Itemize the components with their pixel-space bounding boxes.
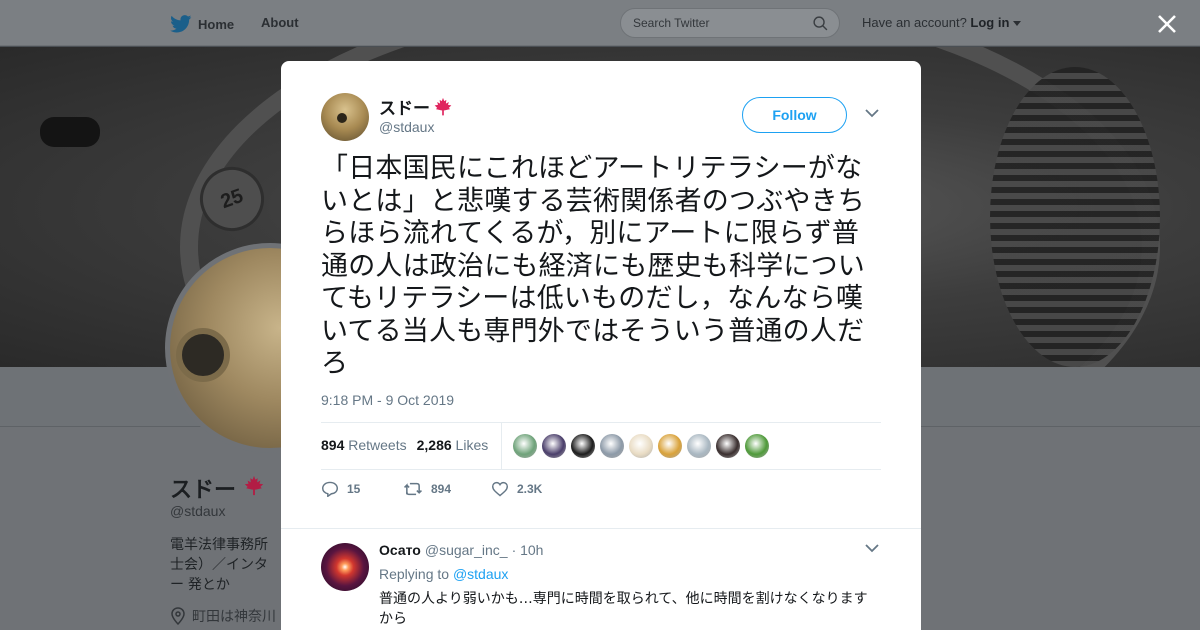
search-placeholder: Search Twitter xyxy=(633,16,710,30)
nav-about[interactable]: About xyxy=(261,15,299,30)
nav-home-label: Home xyxy=(198,16,235,32)
twitter-bird-icon xyxy=(170,15,192,33)
retweet-button[interactable]: 894 xyxy=(403,481,491,497)
thread-divider xyxy=(281,519,921,529)
profile-bio: 電羊法律事務所 士会）／インター 発とか xyxy=(170,536,268,592)
tweet-text: 「日本国民にこれほどアートリテラシーがないとは」と悲嘆する芸術関係者のつぶやきち… xyxy=(321,153,865,379)
reply-header: Осато @sugar_inc_ · 10h xyxy=(379,542,543,558)
profile-name-text: スドー xyxy=(170,477,237,502)
banner-grill xyxy=(990,67,1160,367)
maple-leaf-icon xyxy=(244,475,264,496)
reply-button[interactable]: 15 xyxy=(321,481,403,497)
divider xyxy=(501,423,502,469)
replying-prefix: Replying to xyxy=(379,566,450,582)
author-avatar[interactable] xyxy=(321,93,369,141)
retweets-stat[interactable]: 894 Retweets xyxy=(321,437,407,453)
liker-avatar[interactable] xyxy=(745,434,769,458)
profile-handle: @stdaux xyxy=(170,503,226,519)
reply-author-handle[interactable]: @sugar_inc_ xyxy=(425,542,508,558)
heart-icon xyxy=(491,481,509,497)
tweet-actions: 15 894 2.3K xyxy=(321,481,573,497)
author-name[interactable]: スドー xyxy=(379,94,454,119)
search-input[interactable]: Search Twitter xyxy=(620,8,840,38)
account-area: Have an account? Log in xyxy=(862,15,1022,30)
liker-avatar[interactable] xyxy=(687,434,711,458)
tweet-timestamp[interactable]: 9:18 PM - 9 Oct 2019 xyxy=(321,392,454,408)
chevron-down-icon[interactable] xyxy=(865,108,879,118)
liker-avatar[interactable] xyxy=(716,434,740,458)
reply-icon xyxy=(321,481,339,497)
follow-button[interactable]: Follow xyxy=(742,97,847,133)
liker-avatar[interactable] xyxy=(658,434,682,458)
liker-avatar[interactable] xyxy=(542,434,566,458)
top-navigation-bar: Home About Search Twitter Have an accoun… xyxy=(0,0,1200,46)
liker-avatars xyxy=(513,434,769,458)
liker-avatar[interactable] xyxy=(629,434,653,458)
banner-slot xyxy=(40,117,100,147)
replying-to: Replying to @stdaux xyxy=(379,566,508,582)
reply-time[interactable]: · 10h xyxy=(512,542,544,558)
likes-stat[interactable]: 2,286 Likes xyxy=(417,437,489,453)
profile-location-text: 町田は神奈川 xyxy=(192,608,276,624)
reply-text: 普通の人より弱いかも…専門に時間を取られて、他に時間を割けなくなりますから xyxy=(379,591,868,627)
author-handle[interactable]: @stdaux xyxy=(379,119,434,135)
like-count: 2.3K xyxy=(517,482,543,496)
likes-label: Likes xyxy=(455,437,489,453)
retweets-label: Retweets xyxy=(348,437,407,453)
profile-name: スドー xyxy=(170,472,266,504)
replying-handle-link[interactable]: @stdaux xyxy=(453,566,508,582)
nav-home[interactable]: Home xyxy=(170,15,234,33)
like-button[interactable]: 2.3K xyxy=(491,481,573,497)
chevron-down-icon[interactable] xyxy=(865,543,879,553)
tweet-modal: スドー @stdaux Follow 「日本国民にこれほどアートリテラシーがない… xyxy=(281,61,921,630)
likes-count: 2,286 xyxy=(416,437,452,453)
reply-count: 15 xyxy=(347,482,361,496)
profile-location: 町田は神奈川 xyxy=(170,606,276,626)
close-icon[interactable] xyxy=(1155,12,1179,36)
maple-leaf-icon xyxy=(434,97,452,115)
tweet-stats: 894 Retweets 2,286 Likes xyxy=(321,437,488,453)
caret-down-icon[interactable] xyxy=(1013,21,1022,27)
account-prompt: Have an account? xyxy=(862,15,967,30)
login-link[interactable]: Log in xyxy=(970,15,1009,30)
reply-author-avatar[interactable] xyxy=(321,543,369,591)
divider xyxy=(321,422,881,423)
search-icon[interactable] xyxy=(812,15,829,32)
divider xyxy=(321,469,881,470)
retweets-count: 894 xyxy=(321,437,345,453)
author-name-text: スドー xyxy=(379,99,430,118)
liker-avatar[interactable] xyxy=(513,434,537,458)
retweet-count: 894 xyxy=(431,482,452,496)
liker-avatar[interactable] xyxy=(571,434,595,458)
reply-author-name[interactable]: Осато xyxy=(379,542,421,558)
location-pin-icon xyxy=(171,607,185,625)
retweet-icon xyxy=(403,482,423,496)
nav-about-label: About xyxy=(261,15,299,30)
liker-avatar[interactable] xyxy=(600,434,624,458)
